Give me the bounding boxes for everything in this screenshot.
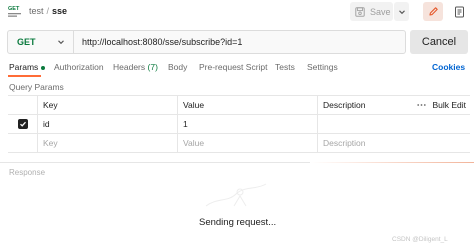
active-tab-indicator [8,75,41,77]
save-label: Save [370,6,391,17]
column-header-description: Description [317,96,404,114]
bulk-edit-button[interactable]: Bulk Edit [404,96,470,114]
breadcrumb-current[interactable]: sse [52,6,67,16]
bulk-edit-label: Bulk Edit [432,100,466,110]
new-param-description-input[interactable]: Description [317,134,404,152]
request-header: GET test / sse Save [0,0,474,24]
edit-icon [428,7,438,16]
watermark: CSDN @Diligent_L [392,236,448,243]
tab-headers-label: Headers [113,62,146,72]
new-param-checkbox-cell [8,134,37,152]
svg-text:GET: GET [8,6,20,12]
chevron-down-icon [58,40,64,45]
url-input[interactable]: http://localhost:8080/sse/subscribe?id=1 [74,37,242,47]
more-icon [417,104,427,106]
param-actions-cell [404,115,470,133]
param-key-cell[interactable]: id [37,115,177,133]
document-icon [454,6,464,17]
save-button[interactable]: Save [350,2,393,21]
breadcrumb: test / sse [29,6,67,16]
sending-illustration [205,183,267,207]
new-param-actions-cell [404,134,470,152]
http-request-icon: GET [7,3,23,19]
documentation-button[interactable] [449,2,469,21]
tab-authorization[interactable]: Authorization [54,62,104,72]
params-active-dot [41,65,46,70]
check-icon [19,121,26,127]
param-description-cell[interactable] [317,115,404,133]
table-row: id 1 [8,115,470,134]
query-params-table: Key Value Description Bulk Edit id 1 Key… [8,95,470,153]
tab-params[interactable]: Params [9,62,46,72]
header-checkbox-cell [8,96,37,114]
param-value-cell[interactable]: 1 [177,115,317,133]
tab-settings[interactable]: Settings [307,62,338,72]
tab-tests[interactable]: Tests [275,62,295,72]
tab-params-label: Params [9,62,39,72]
tab-headers[interactable]: Headers (7) [113,62,158,72]
headers-count: (7) [147,62,158,72]
table-row-new: Key Value Description [8,134,470,153]
breadcrumb-parent[interactable]: test [29,6,44,16]
save-options-button[interactable] [394,2,409,21]
save-icon [355,6,365,17]
cancel-button[interactable]: Cancel [410,30,468,54]
method-label: GET [17,37,36,47]
request-url-bar: GET http://localhost:8080/sse/subscribe?… [7,30,406,54]
tab-prerequest-script[interactable]: Pre-request Script [199,62,268,72]
table-header-row: Key Value Description Bulk Edit [8,96,470,115]
method-select[interactable]: GET [8,31,74,53]
breadcrumb-separator: / [46,6,50,16]
column-header-key: Key [37,96,177,114]
edit-button[interactable] [423,2,443,21]
query-params-label: Query Params [9,82,64,92]
column-header-value: Value [177,96,317,114]
request-tabs: Params Authorization Headers (7) Body Pr… [0,59,474,77]
new-param-value-input[interactable]: Value [177,134,317,152]
tab-body[interactable]: Body [168,62,187,72]
param-checkbox-cell [8,115,37,133]
param-enabled-checkbox[interactable] [17,119,28,129]
new-param-key-input[interactable]: Key [37,134,177,152]
sending-request-status: Sending request... [199,217,277,228]
cookies-link[interactable]: Cookies [432,62,465,72]
chevron-down-icon [398,9,405,14]
pane-divider-accent [310,162,474,163]
response-label: Response [9,168,46,177]
